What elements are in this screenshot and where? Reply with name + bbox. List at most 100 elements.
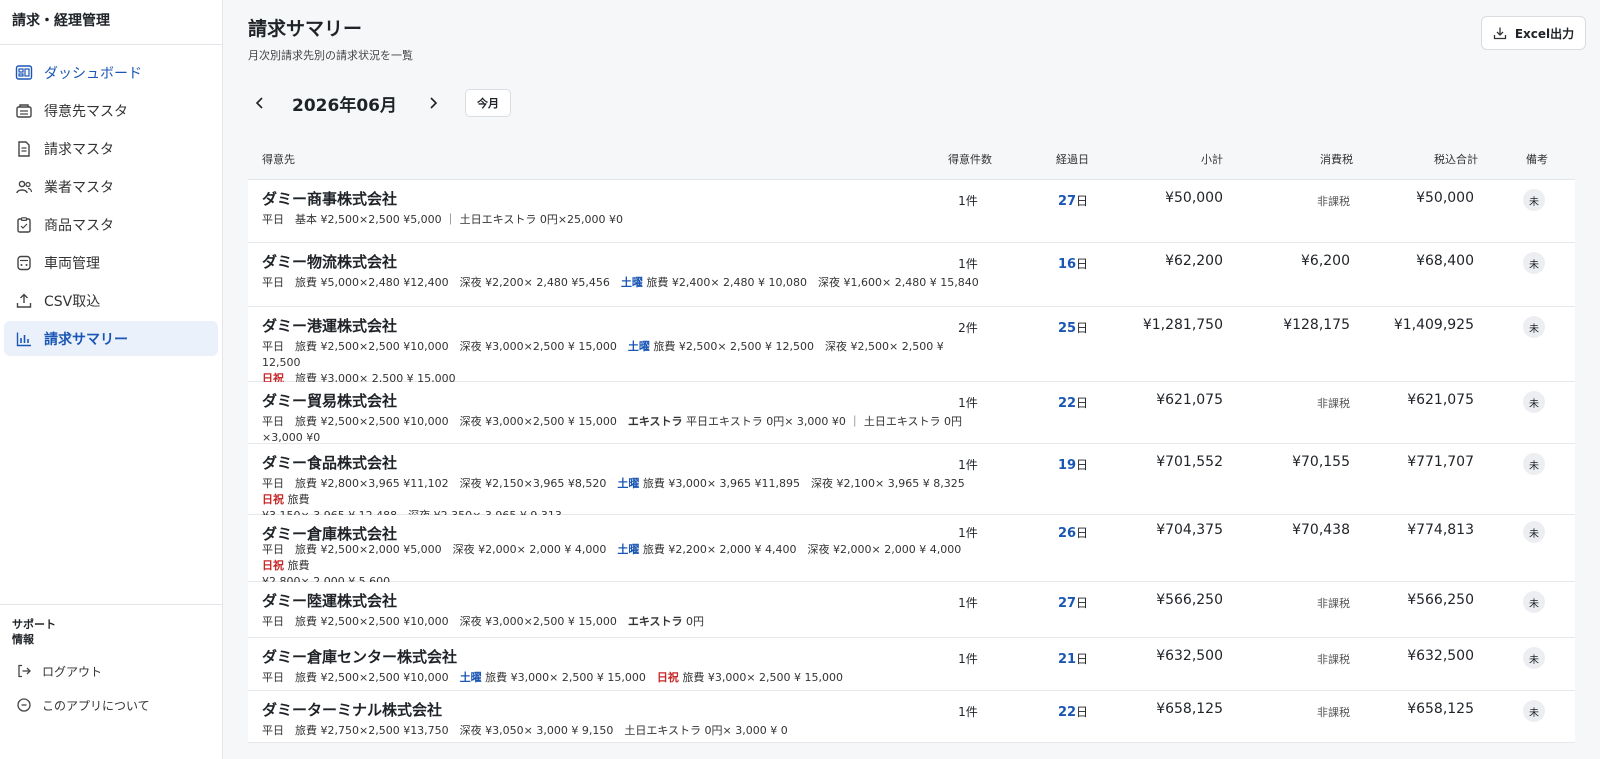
document-icon <box>14 139 34 159</box>
logout-label: ログアウト <box>42 664 103 679</box>
table-row[interactable]: ダミー食品株式会社 平日 旅費 ¥2,800×3,965 ¥11,102 深夜 ¥… <box>248 444 1575 522</box>
dashboard-icon <box>14 63 34 83</box>
elapsed-days: 22日 <box>1038 394 1108 411</box>
detail-segment: 平日 旅費 ¥2,750×2,500 ¥13,750 深夜 ¥3,050× 3,… <box>262 724 788 737</box>
sidebar-item-csv-import[interactable]: CSV取込 <box>4 283 218 318</box>
sidebar-item-billing-summary[interactable]: 請求サマリー <box>4 321 218 356</box>
app-title: 請求・経理管理 <box>0 0 222 45</box>
detail-line: 平日 旅費 ¥2,800×3,965 ¥11,102 深夜 ¥2,150×3,9… <box>262 476 982 508</box>
column-header-count: 得意件数 <box>948 153 992 166</box>
chevron-left-icon <box>255 97 263 109</box>
status-badge: 未 <box>1523 591 1545 613</box>
logout-link[interactable]: ログアウト <box>12 661 210 681</box>
client-name: ダミー物流株式会社 <box>262 253 398 271</box>
detail-segment: 土曜 <box>617 543 640 556</box>
logout-icon <box>16 663 32 679</box>
subtotal-amount: ¥701,552 <box>1156 454 1223 470</box>
elapsed-days-unit: 日 <box>1076 596 1089 610</box>
elapsed-days: 16日 <box>1038 255 1108 272</box>
detail-segment: 平日 旅費 ¥2,500×2,500 ¥10,000 <box>262 671 460 684</box>
support-title: サポート情報 <box>12 618 56 646</box>
client-name: ダミー貿易株式会社 <box>262 392 398 410</box>
detail-segment: エキストラ <box>627 415 683 428</box>
sidebar-item-vendors[interactable]: 業者マスタ <box>4 169 218 204</box>
client-name: ダミーターミナル株式会社 <box>262 701 443 719</box>
subtotal-amount: ¥50,000 <box>1165 190 1223 206</box>
detail-segment: 旅費 ¥3,000× 3,965 ¥11,895 深夜 ¥2,100× 3,96… <box>639 477 976 490</box>
table-row[interactable]: ダミー倉庫株式会社 平日 旅費 ¥2,500×2,000 ¥5,000 深夜 ¥2… <box>248 515 1575 588</box>
sidebar-item-vehicles[interactable]: 車両管理 <box>4 245 218 280</box>
table-row[interactable]: ダミー倉庫センター株式会社 平日 旅費 ¥2,500×2,500 ¥10,000 … <box>248 638 1575 691</box>
sidebar-item-billing-master[interactable]: 請求マスタ <box>4 131 218 166</box>
elapsed-days-value: 25 <box>1057 321 1077 336</box>
status-badge: 未 <box>1523 453 1545 475</box>
detail-segment: 日祝 <box>656 671 679 684</box>
total-amount: ¥774,813 <box>1407 522 1474 538</box>
sidebar-item-label: 業者マスタ <box>44 179 114 196</box>
detail-segment: 土曜 <box>617 477 640 490</box>
excel-export-button[interactable]: Excel出力 <box>1481 16 1586 50</box>
total-amount: ¥771,707 <box>1407 454 1474 470</box>
detail-segment: 平日 旅費 ¥2,500×2,000 ¥5,000 深夜 ¥2,000× 2,0… <box>262 543 618 556</box>
elapsed-days-value: 22 <box>1057 396 1077 411</box>
page-title: 請求サマリー <box>248 18 363 40</box>
status-badge: 未 <box>1523 252 1545 274</box>
elapsed-days: 27日 <box>1038 192 1108 209</box>
sidebar-item-clients[interactable]: 得意先マスタ <box>4 93 218 128</box>
client-name: ダミー陸運株式会社 <box>262 592 398 610</box>
table-row[interactable]: ダミー貿易株式会社平日 旅費 ¥2,500×2,500 ¥10,000 深夜 ¥… <box>248 382 1575 444</box>
table-row[interactable]: ダミー陸運株式会社平日 旅費 ¥2,500×2,500 ¥10,000 深夜 ¥… <box>248 582 1575 638</box>
vehicle-icon <box>14 253 34 273</box>
client-name: ダミー倉庫株式会社 <box>262 525 398 543</box>
sidebar-item-products[interactable]: 商品マスタ <box>4 207 218 242</box>
sidebar-item-dashboard[interactable]: ダッシュボード <box>4 55 218 90</box>
detail-line: 平日 基本 ¥2,500×2,500 ¥5,000 ｜ 土日エキストラ 0円×2… <box>262 212 982 228</box>
table-row[interactable]: ダミー港運株式会社 平日 旅費 ¥2,500×2,500 ¥10,000 深夜 ¥… <box>248 307 1575 385</box>
detail-segment: 平日 旅費 ¥2,500×2,500 ¥10,000 深夜 ¥3,000×2,5… <box>262 415 628 428</box>
sidebar-item-label: 請求マスタ <box>44 141 114 158</box>
elapsed-days-unit: 日 <box>1076 652 1089 666</box>
tax-amount: ¥128,175 <box>1283 317 1350 333</box>
billing-detail: 平日 基本 ¥2,500×2,500 ¥5,000 ｜ 土日エキストラ 0円×2… <box>262 212 982 228</box>
next-month-button[interactable] <box>421 91 445 115</box>
elapsed-days-unit: 日 <box>1076 458 1089 472</box>
about-link[interactable]: このアプリについて <box>12 695 210 715</box>
column-header-subtotal: 小計 <box>1201 153 1223 166</box>
billing-detail: 平日 旅費 ¥2,500×2,500 ¥10,000 深夜 ¥3,000×2,5… <box>262 339 982 387</box>
detail-line: 平日 旅費 ¥2,500×2,000 ¥5,000 深夜 ¥2,000× 2,0… <box>262 542 982 574</box>
item-count: 1件 <box>958 596 978 610</box>
elapsed-days-unit: 日 <box>1076 526 1089 540</box>
users-icon <box>14 177 34 197</box>
total-amount: ¥621,075 <box>1407 392 1474 408</box>
elapsed-days: 27日 <box>1038 594 1108 611</box>
detail-segment: 日祝 <box>262 559 284 572</box>
detail-segment: 日祝 <box>262 493 284 506</box>
elapsed-days-unit: 日 <box>1076 257 1089 271</box>
item-count: 1件 <box>958 194 978 208</box>
sidebar-item-label: 車両管理 <box>44 255 100 272</box>
table-row[interactable]: ダミーターミナル株式会社平日 旅費 ¥2,750×2,500 ¥13,750 深… <box>248 691 1575 743</box>
tax-amount: ¥70,438 <box>1292 522 1350 538</box>
table-header: 得意先 得意件数 経過日 小計 消費税 税込合計 備考 <box>248 135 1575 180</box>
elapsed-days-value: 27 <box>1057 194 1077 209</box>
this-month-button[interactable]: 今月 <box>464 89 511 117</box>
excel-export-label: Excel出力 <box>1514 26 1575 41</box>
detail-segment: 土曜 <box>627 340 650 353</box>
elapsed-days: 25日 <box>1038 319 1108 336</box>
billing-detail: 平日 旅費 ¥2,500×2,500 ¥10,000 深夜 ¥3,000×2,5… <box>262 614 982 630</box>
elapsed-days-unit: 日 <box>1076 396 1089 410</box>
detail-line: 平日 旅費 ¥2,750×2,500 ¥13,750 深夜 ¥3,050× 3,… <box>262 723 982 739</box>
status-badge: 未 <box>1523 700 1545 722</box>
elapsed-days-value: 26 <box>1057 526 1077 541</box>
about-label: このアプリについて <box>42 698 150 713</box>
prev-month-button[interactable] <box>248 91 272 115</box>
sidebar-item-label: CSV取込 <box>44 293 101 310</box>
total-amount: ¥566,250 <box>1407 592 1474 608</box>
table-row[interactable]: ダミー物流株式会社 平日 旅費 ¥5,000×2,480 ¥12,400 深夜 ¥… <box>248 243 1575 307</box>
total-amount: ¥658,125 <box>1407 701 1474 717</box>
table-row[interactable]: ダミー商事株式会社 平日 基本 ¥2,500×2,500 ¥5,000 ｜ 土日エ… <box>248 180 1575 243</box>
item-count: 1件 <box>958 458 978 472</box>
tax-exempt-label: 非課税 <box>1317 706 1350 719</box>
status-badge: 未 <box>1523 391 1545 413</box>
download-icon <box>1493 26 1507 40</box>
